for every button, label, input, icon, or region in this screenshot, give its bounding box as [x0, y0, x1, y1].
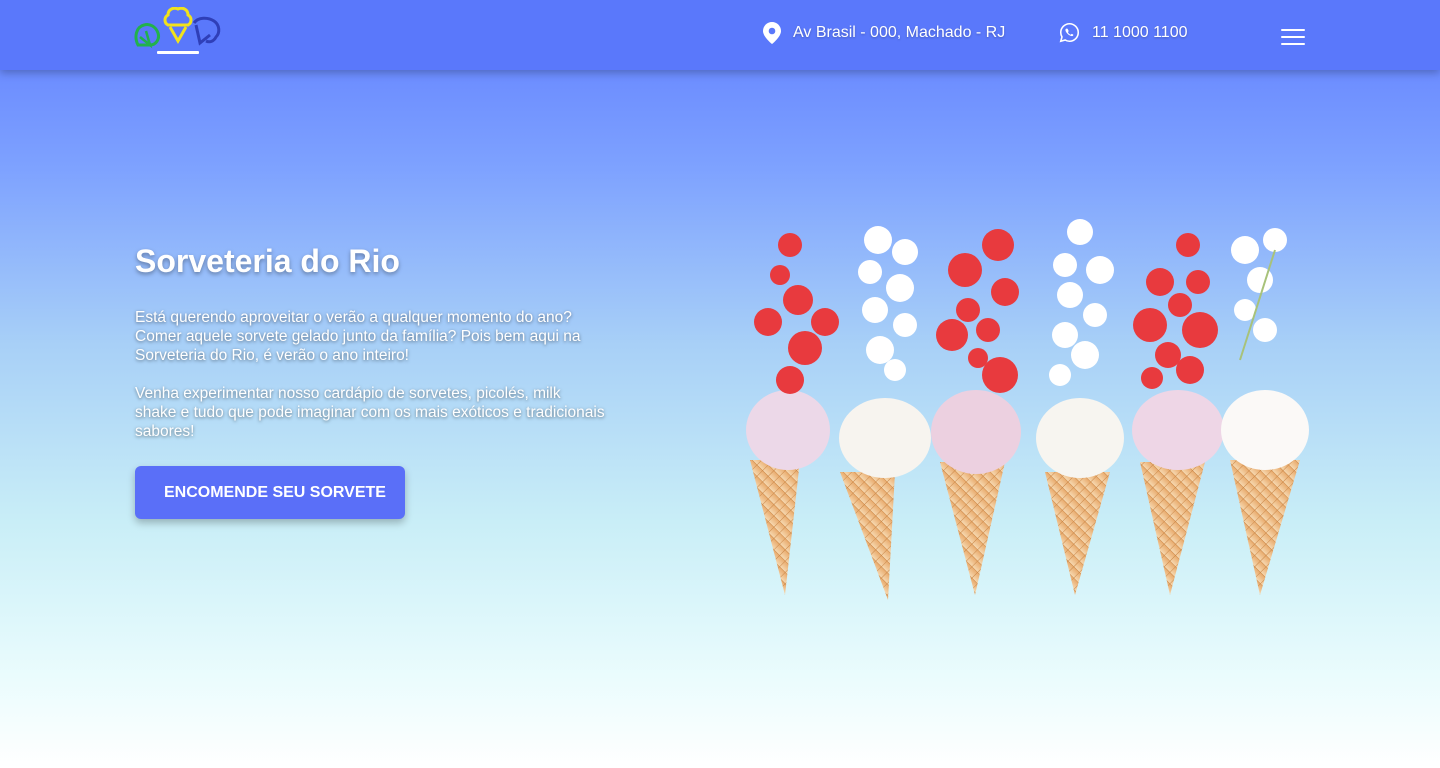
- order-ice-cream-button[interactable]: ENCOMENDE SEU SORVETE: [135, 466, 405, 519]
- header-phone[interactable]: 11 1000 1100: [1059, 22, 1188, 43]
- logo-underline: [157, 51, 199, 54]
- whatsapp-icon: [1059, 22, 1080, 43]
- logo-icon[interactable]: [134, 7, 224, 57]
- site-header: Av Brasil - 000, Machado - RJ 11 1000 11…: [0, 0, 1440, 70]
- address-text: Av Brasil - 000, Machado - RJ: [793, 24, 1006, 41]
- ice-cream-cones-image: [746, 219, 1309, 600]
- header-address[interactable]: Av Brasil - 000, Machado - RJ: [763, 22, 1005, 44]
- hero-paragraph-1: Está querendo aproveitar o verão a qualq…: [135, 309, 581, 364]
- phone-text: 11 1000 1100: [1092, 23, 1188, 41]
- hamburger-menu-icon[interactable]: [1279, 26, 1307, 48]
- location-pin-icon: [763, 22, 781, 44]
- hero-paragraph-2: Venha experimentar nosso cardápio de sor…: [135, 385, 605, 440]
- hero-title: Sorveteria do Rio: [135, 243, 400, 279]
